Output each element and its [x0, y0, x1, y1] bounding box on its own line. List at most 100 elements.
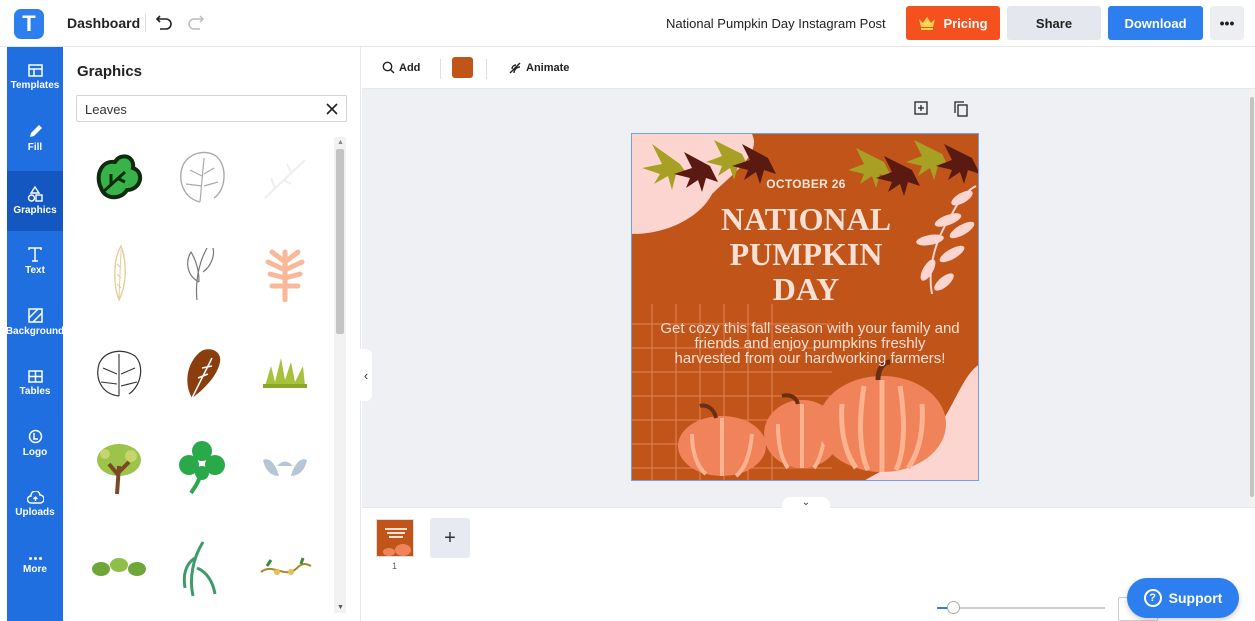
- graphic-item[interactable]: [250, 337, 320, 407]
- panel-scrollbar[interactable]: ▲ ▼: [334, 137, 346, 613]
- panel-title: Graphics: [77, 63, 143, 80]
- sidebar-item-text[interactable]: Text: [7, 231, 63, 291]
- sidebar-item-tables[interactable]: Tables: [7, 353, 63, 413]
- support-label: Support: [1168, 590, 1223, 606]
- headline-line: PUMPKIN: [729, 236, 883, 272]
- close-icon[interactable]: [324, 101, 340, 117]
- animate-button[interactable]: Animate: [508, 61, 569, 75]
- graphic-item[interactable]: [250, 533, 320, 603]
- graphic-item[interactable]: [84, 533, 154, 603]
- graphic-item[interactable]: [167, 431, 237, 501]
- sidebar-item-label: Uploads: [15, 506, 55, 518]
- scroll-thumb[interactable]: [336, 149, 344, 334]
- scroll-down-icon[interactable]: ▼: [337, 604, 344, 611]
- fill-color-swatch[interactable]: [452, 57, 473, 78]
- add-label: Add: [399, 61, 421, 74]
- download-button[interactable]: Download: [1108, 6, 1203, 40]
- graphic-item[interactable]: [250, 237, 320, 307]
- more-options-button[interactable]: •••: [1210, 6, 1244, 40]
- more-dots: •••: [1219, 15, 1235, 31]
- sidebar-item-label: Text: [25, 264, 45, 276]
- fill-icon: [29, 124, 42, 137]
- redo-icon[interactable]: [187, 12, 205, 32]
- search-box: [76, 95, 347, 122]
- sidebar-item-graphics[interactable]: Graphics: [7, 171, 63, 231]
- graphic-item[interactable]: [84, 237, 154, 307]
- sidebar-item-label: Fill: [27, 141, 43, 153]
- sidebar-item-background[interactable]: Background: [5, 292, 65, 352]
- download-label: Download: [1124, 15, 1187, 31]
- scroll-up-icon[interactable]: ▲: [337, 139, 344, 146]
- divider: [486, 59, 487, 79]
- graphic-item[interactable]: [84, 431, 154, 501]
- collapse-panel-button[interactable]: ‹: [360, 349, 372, 401]
- search-input[interactable]: [85, 100, 315, 118]
- poster-date[interactable]: OCTOBER 26: [632, 177, 978, 191]
- graphic-item[interactable]: [167, 141, 237, 211]
- graphic-item[interactable]: [167, 337, 237, 407]
- share-label: Share: [1035, 15, 1073, 31]
- add-page-button[interactable]: +: [430, 518, 470, 558]
- share-button[interactable]: Share: [1007, 6, 1101, 40]
- help-icon: ?: [1143, 589, 1162, 607]
- sidebar-item-logo[interactable]: Logo: [7, 413, 63, 473]
- top-bar: T Dashboard National Pumpkin Day Instagr…: [0, 0, 1255, 47]
- willow-leaves-icon: [182, 541, 217, 597]
- sidebar-item-label: Background: [5, 325, 65, 337]
- tables-icon: [27, 369, 43, 383]
- add-button[interactable]: Add: [382, 61, 420, 74]
- design-canvas[interactable]: OCTOBER 26 NATIONAL PUMPKIN DAY Get cozy…: [631, 133, 979, 481]
- canvas-scroll-thumb[interactable]: [1250, 97, 1254, 497]
- graphic-item[interactable]: [250, 431, 320, 501]
- divider: [440, 59, 441, 79]
- zoom-slider-handle[interactable]: [947, 601, 960, 614]
- poster-headline[interactable]: NATIONAL PUMPKIN DAY: [632, 202, 978, 307]
- chevron-left-icon: ‹: [363, 367, 369, 383]
- document-title[interactable]: National Pumpkin Day Instagram Post: [666, 16, 886, 31]
- monstera-outline-icon: [180, 151, 225, 203]
- page-thumbnail-preview: [377, 520, 413, 556]
- poster-body-text[interactable]: Get cozy this fall season with your fami…: [660, 321, 960, 366]
- faint-branch-icon: [264, 159, 306, 199]
- page-number: 1: [392, 561, 398, 571]
- graphic-item[interactable]: [250, 141, 320, 211]
- zoom-slider-track[interactable]: [937, 607, 1105, 609]
- headline-line: DAY: [772, 271, 840, 307]
- animate-label: Animate: [526, 62, 570, 74]
- graphic-item[interactable]: [167, 237, 237, 307]
- graphics-panel: Graphics Leaves ▲ ▼: [63, 47, 361, 621]
- dashboard-link[interactable]: Dashboard: [67, 15, 140, 31]
- graphic-item[interactable]: [167, 533, 237, 603]
- page-thumbnail[interactable]: [376, 519, 414, 557]
- sidebar-rail: Templates Fill Graphics Text Background …: [5, 47, 65, 621]
- pricing-button[interactable]: Pricing: [906, 6, 1000, 40]
- sidebar-item-fill[interactable]: Fill: [7, 108, 63, 168]
- undo-icon[interactable]: [155, 12, 173, 32]
- sidebar-item-more[interactable]: More: [7, 535, 63, 595]
- sidebar-item-templates[interactable]: Templates: [7, 47, 63, 107]
- sidebar-item-uploads[interactable]: Uploads: [7, 474, 63, 534]
- sidebar-item-label: Templates: [10, 79, 60, 91]
- coral-leaf-icon: [265, 249, 305, 302]
- uploads-icon: [26, 490, 44, 504]
- support-button[interactable]: ? Support: [1127, 578, 1239, 618]
- tree-icon: [97, 444, 141, 495]
- green-garland-icon: [92, 558, 146, 576]
- add-page-icon[interactable]: [914, 101, 928, 115]
- element-toolbar: Add Animate: [362, 47, 1255, 89]
- crown-icon: [919, 17, 936, 30]
- logo-icon: [28, 429, 42, 443]
- graphic-item[interactable]: [84, 141, 154, 211]
- sidebar-item-label: More: [23, 563, 47, 575]
- more-icon: [28, 556, 42, 560]
- graphic-item[interactable]: [84, 337, 154, 407]
- background-icon: [27, 307, 43, 323]
- duplicate-page-icon[interactable]: [954, 101, 968, 117]
- plus-icon: +: [444, 526, 456, 549]
- pricing-label: Pricing: [943, 15, 988, 31]
- sidebar-item-label: Graphics: [13, 205, 57, 216]
- monstera-line-icon: [97, 350, 142, 397]
- app-logo[interactable]: T: [14, 9, 44, 39]
- pages-toggle-button[interactable]: ⌄: [782, 497, 830, 511]
- clover-icon: [179, 441, 225, 495]
